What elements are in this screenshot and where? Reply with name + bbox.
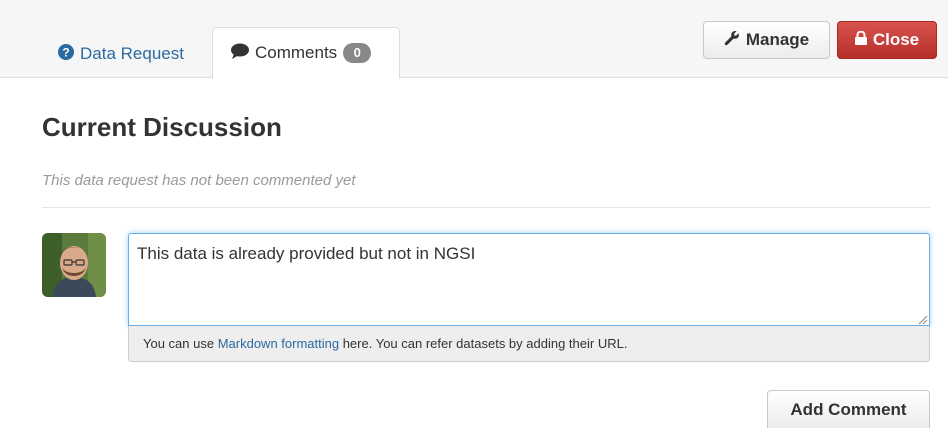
tab-data-request-label: Data Request [80, 44, 184, 63]
resize-grip-icon[interactable] [916, 312, 928, 325]
svg-text:?: ? [62, 45, 69, 59]
avatar [42, 233, 106, 297]
page-title: Current Discussion [42, 112, 282, 142]
comment-input[interactable]: This data is already provided but not in… [128, 233, 930, 326]
tab-bar: ? Data Request Comments 0 Manage Close [0, 0, 948, 79]
comment-count-badge: 0 [343, 43, 372, 63]
tab-data-request[interactable]: ? Data Request [44, 30, 198, 78]
markdown-formatting-link[interactable]: Markdown formatting [218, 336, 339, 351]
manage-button[interactable]: Manage [703, 21, 830, 59]
wrench-icon [724, 30, 740, 51]
add-comment-button[interactable]: Add Comment [767, 390, 930, 428]
close-button[interactable]: Close [837, 21, 937, 59]
divider [42, 207, 930, 208]
help-prefix: You can use [143, 336, 218, 351]
help-suffix: here. You can refer datasets by adding t… [339, 336, 628, 351]
close-button-label: Close [872, 30, 920, 49]
lock-icon [854, 30, 867, 50]
no-comments-message: This data request has not been commented… [42, 172, 356, 189]
tab-comments-label: Comments [255, 43, 338, 62]
question-circle-icon: ? [58, 43, 74, 65]
tab-comments[interactable]: Comments 0 [212, 27, 400, 79]
comment-help-text: You can use Markdown formatting here. Yo… [128, 326, 930, 362]
comment-icon [231, 43, 249, 64]
manage-button-label: Manage [745, 30, 810, 49]
